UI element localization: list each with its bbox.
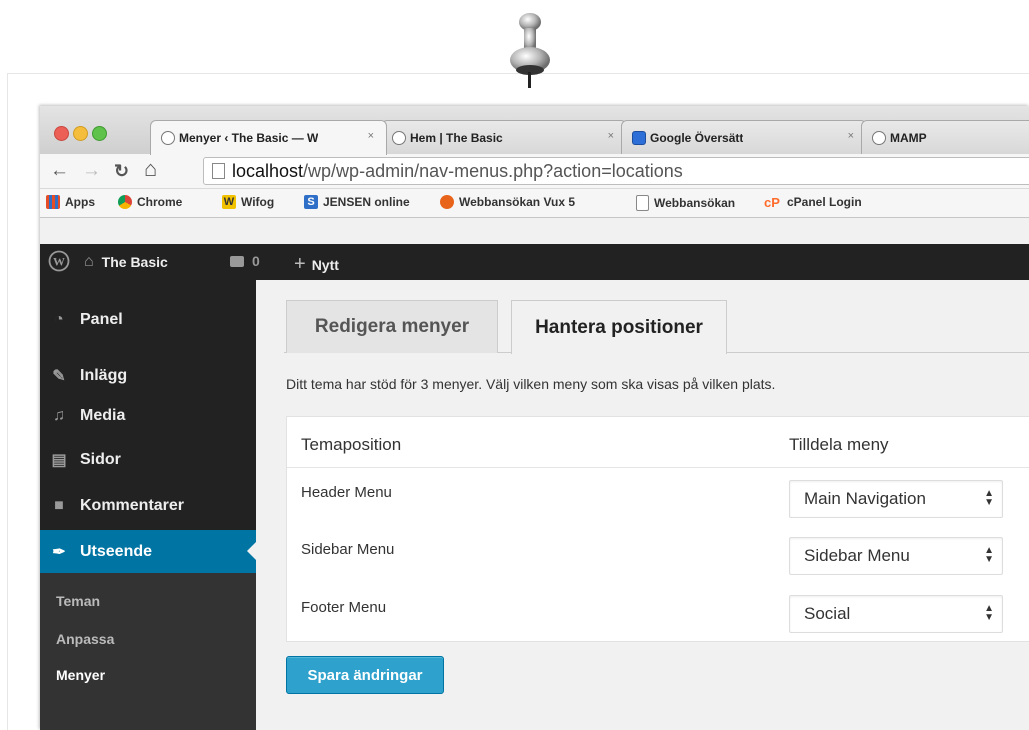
- globe-favicon-icon: [872, 130, 886, 145]
- tab-redigera-menyer[interactable]: Redigera menyer: [286, 300, 498, 353]
- sidebar-item-kommentarer[interactable]: ■ Kommentarer: [40, 486, 256, 526]
- cpanel-icon: cP: [764, 195, 780, 210]
- chrome-icon: [118, 195, 132, 209]
- table-row-label: Header Menu: [301, 484, 392, 501]
- wordpress-favicon-icon: [161, 131, 175, 145]
- wp-admin-bar: W ⌂ The Basic 0 + Nytt: [40, 244, 1029, 280]
- apps-grid-icon: [46, 195, 60, 209]
- submenu-item-teman[interactable]: Teman: [56, 593, 100, 609]
- menu-select-footer[interactable]: Social ▲ ▼: [789, 595, 1003, 633]
- new-content-link[interactable]: + Nytt: [294, 253, 339, 276]
- page-icon: [636, 195, 649, 211]
- table-row-label: Footer Menu: [301, 599, 387, 616]
- bookmark-apps[interactable]: Apps: [46, 195, 95, 209]
- home-icon: ⌂: [84, 253, 94, 270]
- menu-support-info: Ditt tema har stöd för 3 menyer. Välj vi…: [286, 376, 776, 392]
- select-value: Sidebar Menu: [804, 546, 910, 565]
- column-header-tilldela-meny: Tilldela meny: [789, 435, 889, 454]
- bookmark-webbansokan[interactable]: Webbansökan: [636, 195, 735, 211]
- admin-sidebar: ◔ Panel ✎ Inlägg ♫ Media ▤ Sidor ■ Komme…: [40, 280, 256, 730]
- comments-link[interactable]: 0: [230, 253, 260, 269]
- column-header-temaposition: Temaposition: [301, 435, 402, 454]
- sidebar-item-media[interactable]: ♫ Media: [40, 396, 256, 436]
- menu-locations-table: Temaposition Tilldela meny Header Menu M…: [286, 416, 1029, 642]
- browser-window: Menyer ‹ The Basic — W × Hem | The Basic…: [40, 106, 1029, 730]
- submenu-item-anpassa[interactable]: Anpassa: [56, 631, 114, 647]
- jensen-icon: S: [304, 195, 318, 209]
- browser-toolbar: ← → ↻ ⌂ localhost/wp/wp-admin/nav-menus.…: [40, 154, 1029, 189]
- submenu-item-menyer[interactable]: Menyer: [56, 667, 105, 683]
- dashboard-icon: ◔: [54, 311, 64, 328]
- select-arrows-icon: ▲ ▼: [984, 603, 994, 623]
- save-changes-button[interactable]: Spara ändringar: [286, 656, 444, 694]
- push-pin-icon: [510, 13, 550, 88]
- browser-tab-menyer[interactable]: Menyer ‹ The Basic — W ×: [150, 120, 387, 155]
- pin-icon: ✎: [52, 368, 66, 385]
- bookmarks-bar: Apps Chrome W Wifog S JENSEN online Webb…: [40, 189, 1029, 218]
- back-arrow-icon[interactable]: ←: [50, 160, 69, 182]
- bookmark-wifog[interactable]: W Wifog: [222, 195, 274, 209]
- select-value: Social: [804, 604, 851, 623]
- media-icon: ♫: [53, 407, 65, 424]
- webbansokan-icon: [440, 195, 454, 209]
- forward-arrow-icon[interactable]: →: [82, 160, 101, 182]
- address-url: localhost/wp/wp-admin/nav-menus.php?acti…: [232, 161, 683, 181]
- bookmark-jensen-online[interactable]: S JENSEN online: [304, 195, 410, 209]
- svg-text:W: W: [53, 255, 65, 269]
- select-arrows-icon: ▲ ▼: [984, 488, 994, 508]
- menu-select-sidebar[interactable]: Sidebar Menu ▲ ▼: [789, 537, 1003, 575]
- sidebar-item-panel[interactable]: ◔ Panel: [40, 300, 256, 340]
- sidebar-item-utseende[interactable]: ✒ Utseende: [40, 530, 256, 574]
- tab-strip: Menyer ‹ The Basic — W × Hem | The Basic…: [40, 106, 1029, 155]
- tab-label: MAMP: [890, 130, 927, 145]
- bookmark-cpanel-login[interactable]: cP cPanel Login: [764, 195, 862, 210]
- comments-icon: ■: [54, 497, 64, 514]
- tab-label: Hem | The Basic: [410, 130, 503, 145]
- select-arrows-icon: ▲ ▼: [984, 545, 994, 565]
- address-bar[interactable]: localhost/wp/wp-admin/nav-menus.php?acti…: [203, 157, 1029, 185]
- page-icon: [212, 163, 225, 179]
- browser-tab-google-oversatt[interactable]: Google Översätt ×: [621, 120, 867, 154]
- home-icon[interactable]: ⌂: [144, 158, 157, 180]
- select-value: Main Navigation: [804, 489, 926, 508]
- zoom-window-button[interactable]: [92, 126, 107, 141]
- appearance-icon: ✒: [52, 544, 66, 561]
- browser-tab-mamp[interactable]: MAMP: [861, 120, 1029, 154]
- sidebar-item-inlagg[interactable]: ✎ Inlägg: [40, 356, 256, 396]
- tab-close-icon[interactable]: ×: [368, 130, 374, 142]
- tab-hantera-positioner[interactable]: Hantera positioner: [511, 300, 727, 354]
- appearance-submenu: Teman Anpassa Menyer: [40, 573, 256, 730]
- menu-select-header[interactable]: Main Navigation ▲ ▼: [789, 480, 1003, 518]
- wifog-icon: W: [222, 195, 236, 209]
- plus-icon: +: [294, 253, 306, 275]
- bookmark-chrome[interactable]: Chrome: [118, 195, 182, 209]
- tab-label: Menyer ‹ The Basic — W: [179, 131, 319, 145]
- table-header-divider: [287, 467, 1029, 468]
- tab-close-icon[interactable]: ×: [848, 130, 854, 142]
- main-content: Redigera menyer Hantera positioner Ditt …: [256, 280, 1029, 730]
- tab-label: Google Översätt: [650, 130, 744, 145]
- wordpress-logo-icon[interactable]: W: [48, 250, 70, 272]
- wordpress-favicon-icon: [392, 130, 406, 145]
- bookmark-webbansokan-vux[interactable]: Webbansökan Vux 5: [440, 195, 575, 209]
- close-window-button[interactable]: [54, 126, 69, 141]
- minimize-window-button[interactable]: [73, 126, 88, 141]
- pages-icon: ▤: [51, 452, 67, 469]
- google-translate-icon: [632, 130, 646, 145]
- reload-icon[interactable]: ↻: [114, 160, 129, 182]
- tab-close-icon[interactable]: ×: [608, 130, 614, 142]
- comment-bubble-icon: [230, 255, 244, 267]
- sidebar-item-sidor[interactable]: ▤ Sidor: [40, 440, 256, 480]
- table-row-label: Sidebar Menu: [301, 541, 395, 558]
- site-name-link[interactable]: ⌂ The Basic: [84, 253, 168, 271]
- browser-tab-hem[interactable]: Hem | The Basic ×: [381, 120, 627, 154]
